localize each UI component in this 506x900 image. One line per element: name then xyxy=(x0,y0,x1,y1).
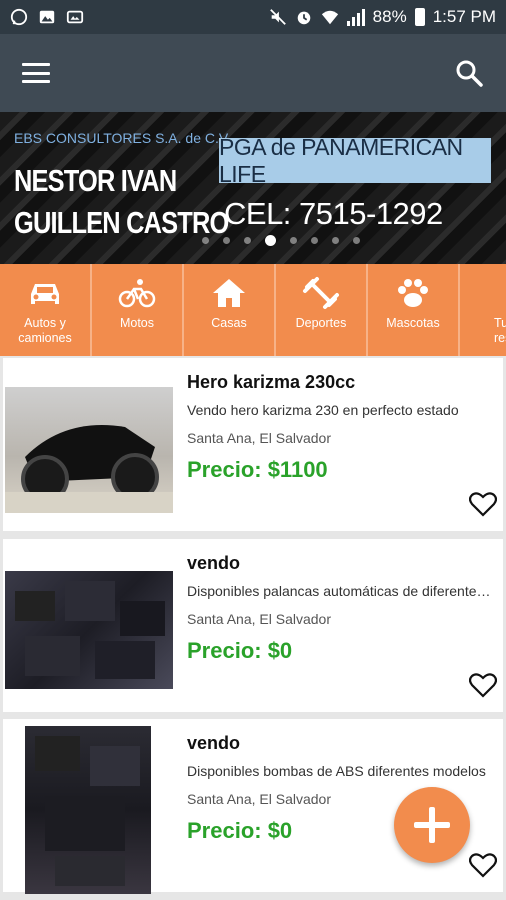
category-autos[interactable]: Autos y camiones xyxy=(0,264,92,356)
category-label: Casas xyxy=(211,316,247,330)
whatsapp-icon xyxy=(10,8,28,26)
category-label: Mascotas xyxy=(386,316,440,330)
listing-title: vendo xyxy=(187,733,241,753)
listing-card[interactable]: Hero karizma 230cc Vendo hero karizma 23… xyxy=(3,358,503,531)
category-mascotas[interactable]: Mascotas xyxy=(368,264,460,356)
search-icon[interactable] xyxy=(454,58,484,88)
banner-name-line1: NESTOR IVAN xyxy=(14,163,177,198)
carousel-dot[interactable] xyxy=(223,237,230,244)
listing-location: Santa Ana, El Salvador xyxy=(187,791,331,807)
carousel-dot[interactable] xyxy=(353,237,360,244)
bicycle-icon xyxy=(118,279,156,308)
category-casas[interactable]: Casas xyxy=(184,264,276,356)
banner-name: NESTOR IVAN GUILLEN CASTRO xyxy=(14,160,229,244)
signal-icon xyxy=(346,8,365,26)
motorcycle-image xyxy=(5,425,173,513)
category-motos[interactable]: Motos xyxy=(92,264,184,356)
listing-price: Precio: $0 xyxy=(187,818,293,843)
banner-company: EBS CONSULTORES S.A. de C.V xyxy=(14,130,229,146)
carousel-dot[interactable] xyxy=(244,237,251,244)
carousel-dot[interactable] xyxy=(265,235,276,246)
listing-description: Disponibles palancas automáticas de dife… xyxy=(187,583,493,599)
app-bar xyxy=(0,34,506,112)
category-label: Turis restau xyxy=(494,316,506,345)
listing-description: Vendo hero karizma 230 en perfecto estad… xyxy=(187,402,459,418)
carousel-dot[interactable] xyxy=(311,237,318,244)
promo-banner[interactable]: EBS CONSULTORES S.A. de C.V NESTOR IVAN … xyxy=(0,112,506,264)
dumbbell-icon xyxy=(303,277,339,309)
parts-image xyxy=(15,581,165,679)
battery-percent: 88% xyxy=(372,7,407,26)
listing-card[interactable]: vendo Disponibles palancas automáticas d… xyxy=(3,539,503,712)
listing-price: Precio: $0 xyxy=(187,638,293,663)
alarm-icon xyxy=(297,11,310,25)
heart-icon[interactable] xyxy=(469,672,497,698)
category-label: Autos y camiones xyxy=(18,316,72,345)
gallery-icon xyxy=(66,10,84,24)
menu-icon[interactable] xyxy=(22,63,50,83)
carousel-dot[interactable] xyxy=(290,237,297,244)
listing-price: Precio: $1100 xyxy=(187,457,328,482)
wifi-icon xyxy=(321,10,338,25)
status-bar: 88% 1:57 PM xyxy=(0,0,506,34)
house-icon xyxy=(213,279,245,307)
category-turismo[interactable]: Turis restau xyxy=(460,264,506,356)
listing-photo xyxy=(25,726,151,894)
add-listing-button[interactable] xyxy=(394,787,470,863)
listing-title: vendo xyxy=(187,553,241,573)
mute-icon xyxy=(269,9,286,25)
listing-location: Santa Ana, El Salvador xyxy=(187,430,331,446)
banner-pga: PGA de PANAMERICAN LIFE xyxy=(219,134,491,187)
listing-photo xyxy=(5,387,173,513)
banner-phone: CEL: 7515-1292 xyxy=(224,196,443,231)
clock: 1:57 PM xyxy=(432,7,496,26)
carousel-dot[interactable] xyxy=(332,237,339,244)
heart-icon[interactable] xyxy=(469,852,497,878)
category-label: Deportes xyxy=(295,316,347,330)
paw-icon xyxy=(398,279,428,307)
listing-photo xyxy=(5,571,173,689)
listing-title: Hero karizma 230cc xyxy=(187,372,356,392)
abs-pump-image xyxy=(35,736,140,886)
battery-icon xyxy=(414,8,425,26)
image-icon xyxy=(39,10,55,24)
listing-description: Disponibles bombas de ABS diferentes mod… xyxy=(187,763,486,779)
listing-location: Santa Ana, El Salvador xyxy=(187,611,331,627)
category-label: Motos xyxy=(119,316,155,330)
category-bar: Autos y camiones Motos Casas Deportes Ma… xyxy=(0,264,506,356)
car-icon xyxy=(31,284,59,304)
carousel-dot[interactable] xyxy=(202,237,209,244)
fork-icon xyxy=(486,276,506,310)
notification-icons xyxy=(10,8,84,26)
carousel-dots xyxy=(0,235,506,246)
category-deportes[interactable]: Deportes xyxy=(276,264,368,356)
heart-icon[interactable] xyxy=(469,491,497,517)
